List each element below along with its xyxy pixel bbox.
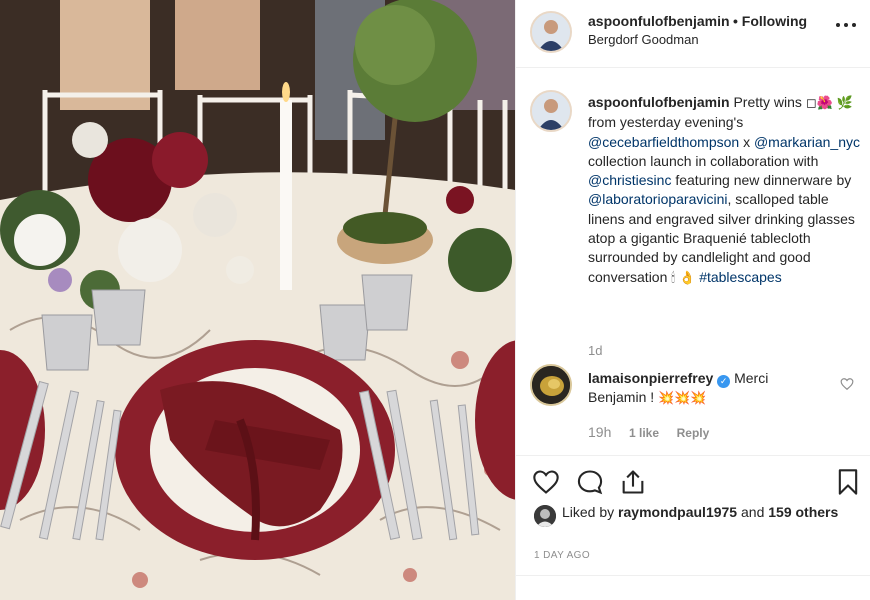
comment-meta: 19h 1 like Reply [588,424,723,440]
likes-prefix: Liked by [562,504,615,520]
caption-text: aspoonfulofbenjamin Pretty wins ◻🌺 🌿 fro… [588,93,863,288]
liker-username[interactable]: raymondpaul1975 [618,504,737,520]
post-timestamp[interactable]: 1 DAY AGO [534,550,590,561]
likes-conjunction: and [741,504,765,520]
mention-cecebarfieldthompson[interactable]: @cecebarfieldthompson [588,134,739,150]
bookmark-icon[interactable] [834,468,862,496]
caption-emoji-3: 🕯 👌 [671,270,696,286]
share-icon[interactable] [619,468,647,496]
caption-emoji-2: 🌿 [836,96,853,111]
post-location[interactable]: Bergdorf Goodman [588,32,699,47]
commenter-avatar[interactable] [530,364,572,406]
comment-like-heart-icon[interactable] [840,377,854,391]
post-header: aspoonfulofbenjamin • Following Bergdorf… [516,0,870,68]
caption-featuring: featuring new dinnerware by [675,172,852,189]
caption-avatar-image [532,92,570,130]
post-detail-panel: aspoonfulofbenjamin • Following Bergdorf… [515,0,870,600]
caption-collection: collection launch in collaboration with [588,152,819,169]
heart-icon[interactable] [532,468,560,496]
commenter-username[interactable]: lamaisonpierrefrey [588,370,713,386]
caption-x: x [743,133,751,150]
divider [516,575,870,576]
caption-after-emoji: from yesterday evening's [588,114,744,131]
tablescape-image [0,0,515,600]
author-avatar-image [532,13,570,51]
caption-avatar[interactable] [530,90,572,132]
comment-emoji: 💥💥💥 [658,391,707,407]
author-avatar[interactable] [530,11,572,53]
more-options-icon[interactable] [835,20,857,30]
mention-laboratorioparavicini[interactable]: @laboratorioparavicini [588,191,728,207]
follow-status[interactable]: • Following [733,13,807,29]
comment-icon[interactable] [576,468,604,496]
comment-time[interactable]: 19h [588,424,611,440]
liker-avatar[interactable] [534,505,556,527]
verified-badge-icon: ✓ [717,375,731,388]
reply-button[interactable]: Reply [677,426,710,440]
comment-likes[interactable]: 1 like [629,426,659,440]
action-bar [516,455,870,510]
caption-time[interactable]: 1d [588,343,602,358]
hashtag-tablescapes[interactable]: #tablescapes [699,269,782,285]
caption-emoji-1: ◻🌺 [805,96,833,111]
likes-text: Liked by raymondpaul1975 and 159 others [562,503,842,523]
likes-others[interactable]: 159 others [768,504,838,520]
post-photo[interactable] [0,0,515,600]
mention-christiesinc[interactable]: @christiesinc [588,172,671,188]
comment-text: lamaisonpierrefrey ✓ Merci Benjamin ! 💥💥… [588,369,828,409]
comment: lamaisonpierrefrey ✓ Merci Benjamin ! 💥💥… [530,364,860,444]
caption-username[interactable]: aspoonfulofbenjamin [588,94,730,110]
mention-markarian-nyc[interactable]: @markarian_nyc [754,134,860,150]
liker-avatar-image [534,505,556,527]
author-username[interactable]: aspoonfulofbenjamin [588,13,730,29]
caption-intro: Pretty wins [733,94,802,110]
commenter-avatar-image [532,366,570,404]
